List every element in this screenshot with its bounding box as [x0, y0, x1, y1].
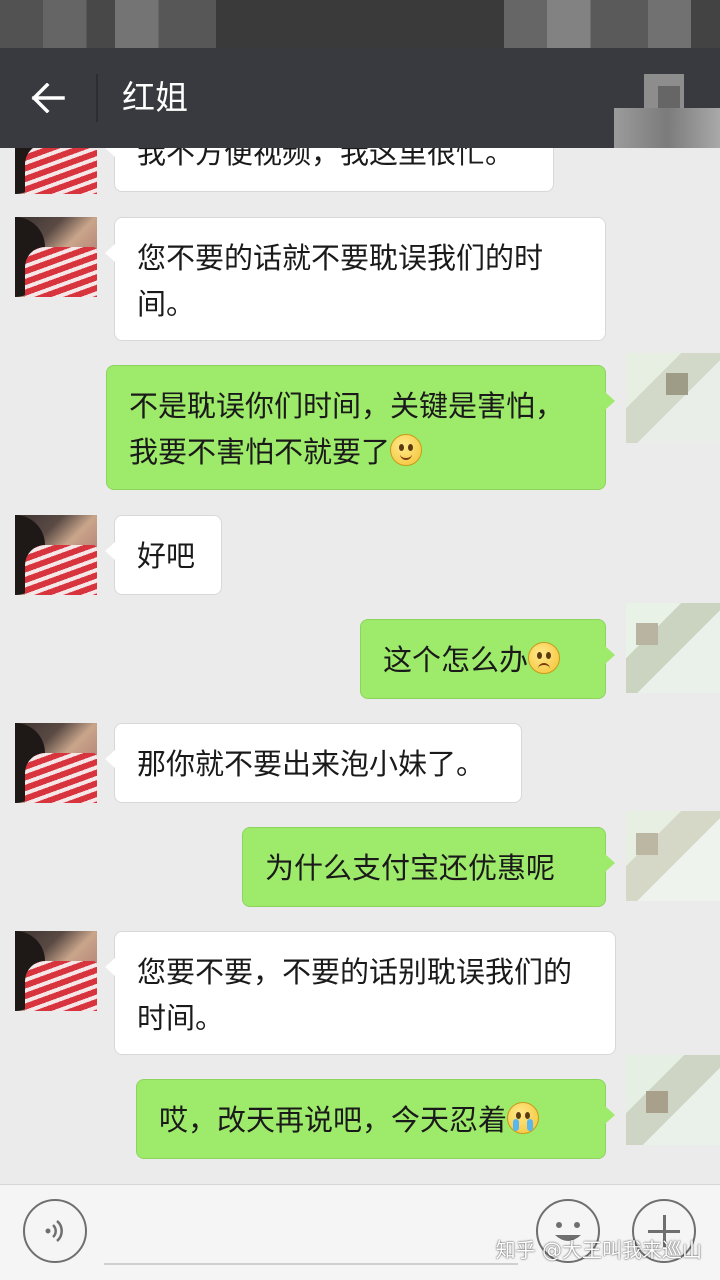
arrow-left-icon — [31, 83, 65, 113]
message-text: 不是耽误你们时间，关键是害怕，我要不害怕不就要了 — [129, 389, 565, 469]
smile-emoji-icon — [390, 434, 423, 466]
contact-avatar[interactable] — [15, 515, 97, 595]
contact-avatar[interactable] — [15, 931, 97, 1011]
contact-avatar[interactable] — [15, 148, 97, 194]
message-input-field[interactable] — [104, 1263, 518, 1265]
outgoing-message-bubble[interactable]: 哎，改天再说吧，今天忍着 — [136, 1079, 615, 1159]
message-text: 这个怎么办 — [383, 643, 529, 677]
voice-icon — [45, 1220, 63, 1242]
outgoing-message-bubble[interactable]: 不是耽误你们时间，关键是害怕，我要不害怕不就要了 — [106, 365, 615, 490]
status-bar — [0, 0, 720, 48]
back-button[interactable] — [18, 70, 78, 126]
voice-input-button[interactable] — [23, 1199, 87, 1263]
contact-avatar[interactable] — [15, 723, 97, 803]
message-text: 为什么支付宝还优惠呢 — [265, 851, 556, 885]
worried-emoji-icon — [528, 642, 561, 674]
watermark: 知乎 @大王叫我来巡山 — [495, 1238, 702, 1262]
message-text: 您要不要，不要的话别耽误我们的时间。 — [137, 955, 573, 1035]
message-text: 我不方便视频，我这里很忙。 — [137, 148, 515, 170]
contact-avatar[interactable] — [15, 217, 97, 297]
chat-title: 红姐 — [122, 78, 188, 117]
outgoing-message-bubble[interactable]: 这个怎么办 — [360, 619, 615, 699]
outgoing-message-bubble[interactable]: 为什么支付宝还优惠呢 — [242, 827, 615, 907]
header-contact-avatar[interactable] — [614, 74, 720, 148]
message-text: 好吧 — [137, 539, 196, 573]
incoming-message-bubble[interactable]: 您不要的话就不要耽误我们的时间。 — [105, 217, 606, 341]
my-avatar[interactable] — [616, 811, 720, 901]
chat-input-bar — [0, 1184, 720, 1280]
incoming-message-bubble[interactable]: 好吧 — [105, 515, 222, 595]
message-text: 哎，改天再说吧，今天忍着 — [159, 1103, 508, 1137]
chat-message-list[interactable]: 我不方便视频，我这里很忙。 您不要的话就不要耽误我们的时间。 不是耽误你们时间，… — [0, 148, 720, 1184]
message-text: 那你就不要出来泡小妹了。 — [137, 747, 486, 781]
my-avatar[interactable] — [616, 603, 720, 693]
my-avatar[interactable] — [616, 1055, 720, 1145]
my-avatar[interactable] — [616, 353, 720, 443]
header-divider — [96, 74, 98, 122]
incoming-message-bubble[interactable]: 您要不要，不要的话别耽误我们的时间。 — [105, 931, 616, 1055]
message-text: 您不要的话就不要耽误我们的时间。 — [137, 241, 544, 321]
chat-header: 红姐 — [0, 48, 720, 148]
status-bar-pixelation — [0, 0, 720, 48]
crying-emoji-icon — [507, 1102, 540, 1134]
incoming-message-bubble[interactable]: 我不方便视频，我这里很忙。 — [105, 148, 554, 192]
incoming-message-bubble[interactable]: 那你就不要出来泡小妹了。 — [105, 723, 522, 803]
